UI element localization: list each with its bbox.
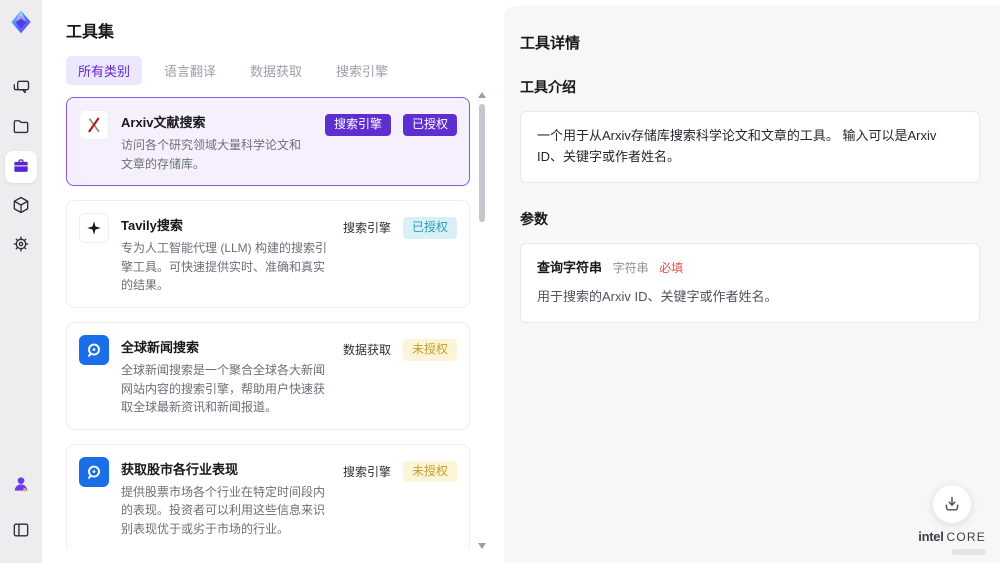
folder-icon	[11, 117, 31, 140]
sidebar-item-cube[interactable]	[5, 190, 37, 222]
tool-meta: 搜索引擎 已授权	[343, 213, 457, 239]
param-name: 查询字符串	[537, 259, 603, 275]
sidebar-item-folder[interactable]	[5, 112, 37, 144]
tool-name: Arxiv文献搜索	[121, 115, 206, 130]
intro-box: 一个用于从Arxiv存储库搜索科学论文和文章的工具。 输入可以是Arxiv ID…	[520, 111, 980, 183]
tool-description: 专为人工智能代理 (LLM) 构建的搜索引擎工具。可快速提供实时、准确和真实的结…	[121, 241, 328, 293]
tab-category-2[interactable]: 数据获取	[238, 56, 314, 85]
intel-core-logo: intel core	[918, 529, 986, 544]
tool-description: 访问各个研究领域大量科学论文和文章的存储库。	[121, 138, 302, 171]
category-label: 搜索引擎	[342, 221, 391, 236]
scroll-up-icon[interactable]	[478, 92, 486, 98]
intro-text: 一个用于从Arxiv存储库搜索科学论文和文章的工具。 输入可以是Arxiv ID…	[537, 128, 937, 164]
status-badge: 未授权	[402, 460, 457, 483]
tab-category-0[interactable]: 所有类别	[66, 56, 143, 85]
sidebar-item-gear[interactable]	[5, 229, 37, 261]
rail-nav	[5, 66, 37, 268]
status-badge: 已授权	[402, 114, 457, 136]
sidebar-item-chat[interactable]	[5, 73, 37, 105]
tool-card[interactable]: Tavily搜索专为人工智能代理 (LLM) 构建的搜索引擎工具。可快速提供实时…	[66, 200, 470, 308]
corner-widgets: intel core	[918, 484, 986, 555]
category-label: 搜索引擎	[342, 465, 391, 480]
core-brand-text: core	[946, 530, 986, 544]
intro-heading: 工具介绍	[520, 79, 576, 95]
tool-card[interactable]: Arxiv文献搜索访问各个研究领域大量科学论文和文章的存储库。 搜索引擎 已授权	[66, 97, 470, 187]
intel-brand-text: intel	[918, 529, 944, 544]
gear-icon	[11, 234, 31, 257]
collapse-panel-icon[interactable]	[5, 514, 37, 546]
tool-name: Tavily搜索	[121, 218, 183, 234]
app-logo	[7, 8, 35, 36]
tab-category-1[interactable]: 语言翻译	[152, 56, 228, 85]
toolbox-icon	[11, 156, 31, 179]
params-heading: 参数	[520, 210, 548, 227]
tool-card[interactable]: 全球新闻搜索全球新闻搜索是一个聚合全球各大新闻网站内容的搜索引擎，帮助用户快速获…	[66, 321, 470, 430]
param-description: 用于搜索的Arxiv ID、关键字或作者姓名。	[537, 289, 778, 305]
tavily-icon	[79, 213, 109, 244]
app-window: 工具集 所有类别 语言翻译 数据获取 搜索引擎 Arxiv文献搜索 访问各个研究领域大量…	[0, 0, 1000, 563]
tool-list: Arxiv文献搜索 访问各个研究领域大量科学论文和文章的存储库。 搜索引擎 已授权 Ta…	[66, 97, 498, 549]
cube-icon	[11, 195, 31, 218]
tool-description: 全球新闻搜索是一个聚合全球各大新闻网站内容的搜索引擎，帮助用户快速获取全球最新资…	[121, 362, 326, 415]
status-badge: 未授权	[402, 338, 457, 361]
tools-panel: 工具集 所有类别 语言翻译 数据获取 搜索引擎 Arxiv文献搜索 访问各个研究领域大量…	[42, 0, 498, 563]
details-title: 工具详情	[520, 35, 581, 52]
blue-search-icon	[79, 456, 109, 487]
intel-logo-subline	[952, 549, 986, 555]
blue-search-icon	[79, 334, 109, 365]
tool-meta: 搜索引擎 未授权	[343, 457, 457, 483]
tool-details-panel: 工具详情 工具介绍 一个用于从Arxiv存储库搜索科学论文和文章的工具。 输入可…	[504, 6, 1000, 563]
category-tabs: 所有类别 语言翻译 数据获取 搜索引擎	[66, 56, 498, 85]
param-box: 查询字符串 字符串 必填 用于搜索的Arxiv ID、关键字或作者姓名。	[520, 242, 980, 324]
param-type: 字符串	[612, 260, 649, 275]
download-button[interactable]	[932, 484, 973, 524]
scroll-down-icon[interactable]	[478, 543, 486, 549]
avatar[interactable]	[5, 468, 37, 500]
category-label: 数据获取	[342, 343, 391, 358]
icon-rail	[0, 0, 42, 563]
param-required-badge: 必填	[659, 260, 684, 275]
tool-description: 提供股票市场各个行业在特定时间段内的表现。投资者可以利用这些信息来识别表现优于或…	[121, 484, 326, 536]
category-badge: 搜索引擎	[324, 114, 391, 136]
scrollbar-thumb[interactable]	[479, 104, 485, 222]
scrollbar[interactable]	[478, 92, 486, 549]
tab-category-3[interactable]: 搜索引擎	[324, 56, 400, 85]
tool-meta: 数据获取 未授权	[343, 335, 457, 361]
tool-card[interactable]: 获取股市各行业表现提供股票市场各个行业在特定时间段内的表现。投资者可以利用这些信…	[66, 443, 470, 549]
arxiv-icon	[79, 110, 109, 140]
chat-icon	[11, 78, 31, 101]
tool-meta: 搜索引擎 已授权	[324, 110, 457, 136]
tool-name: 获取股市各行业表现	[121, 461, 239, 477]
status-badge: 已授权	[402, 217, 457, 239]
page-title: 工具集	[66, 24, 115, 41]
sidebar-item-toolbox[interactable]	[5, 151, 37, 183]
tool-name: 全球新闻搜索	[121, 339, 200, 355]
